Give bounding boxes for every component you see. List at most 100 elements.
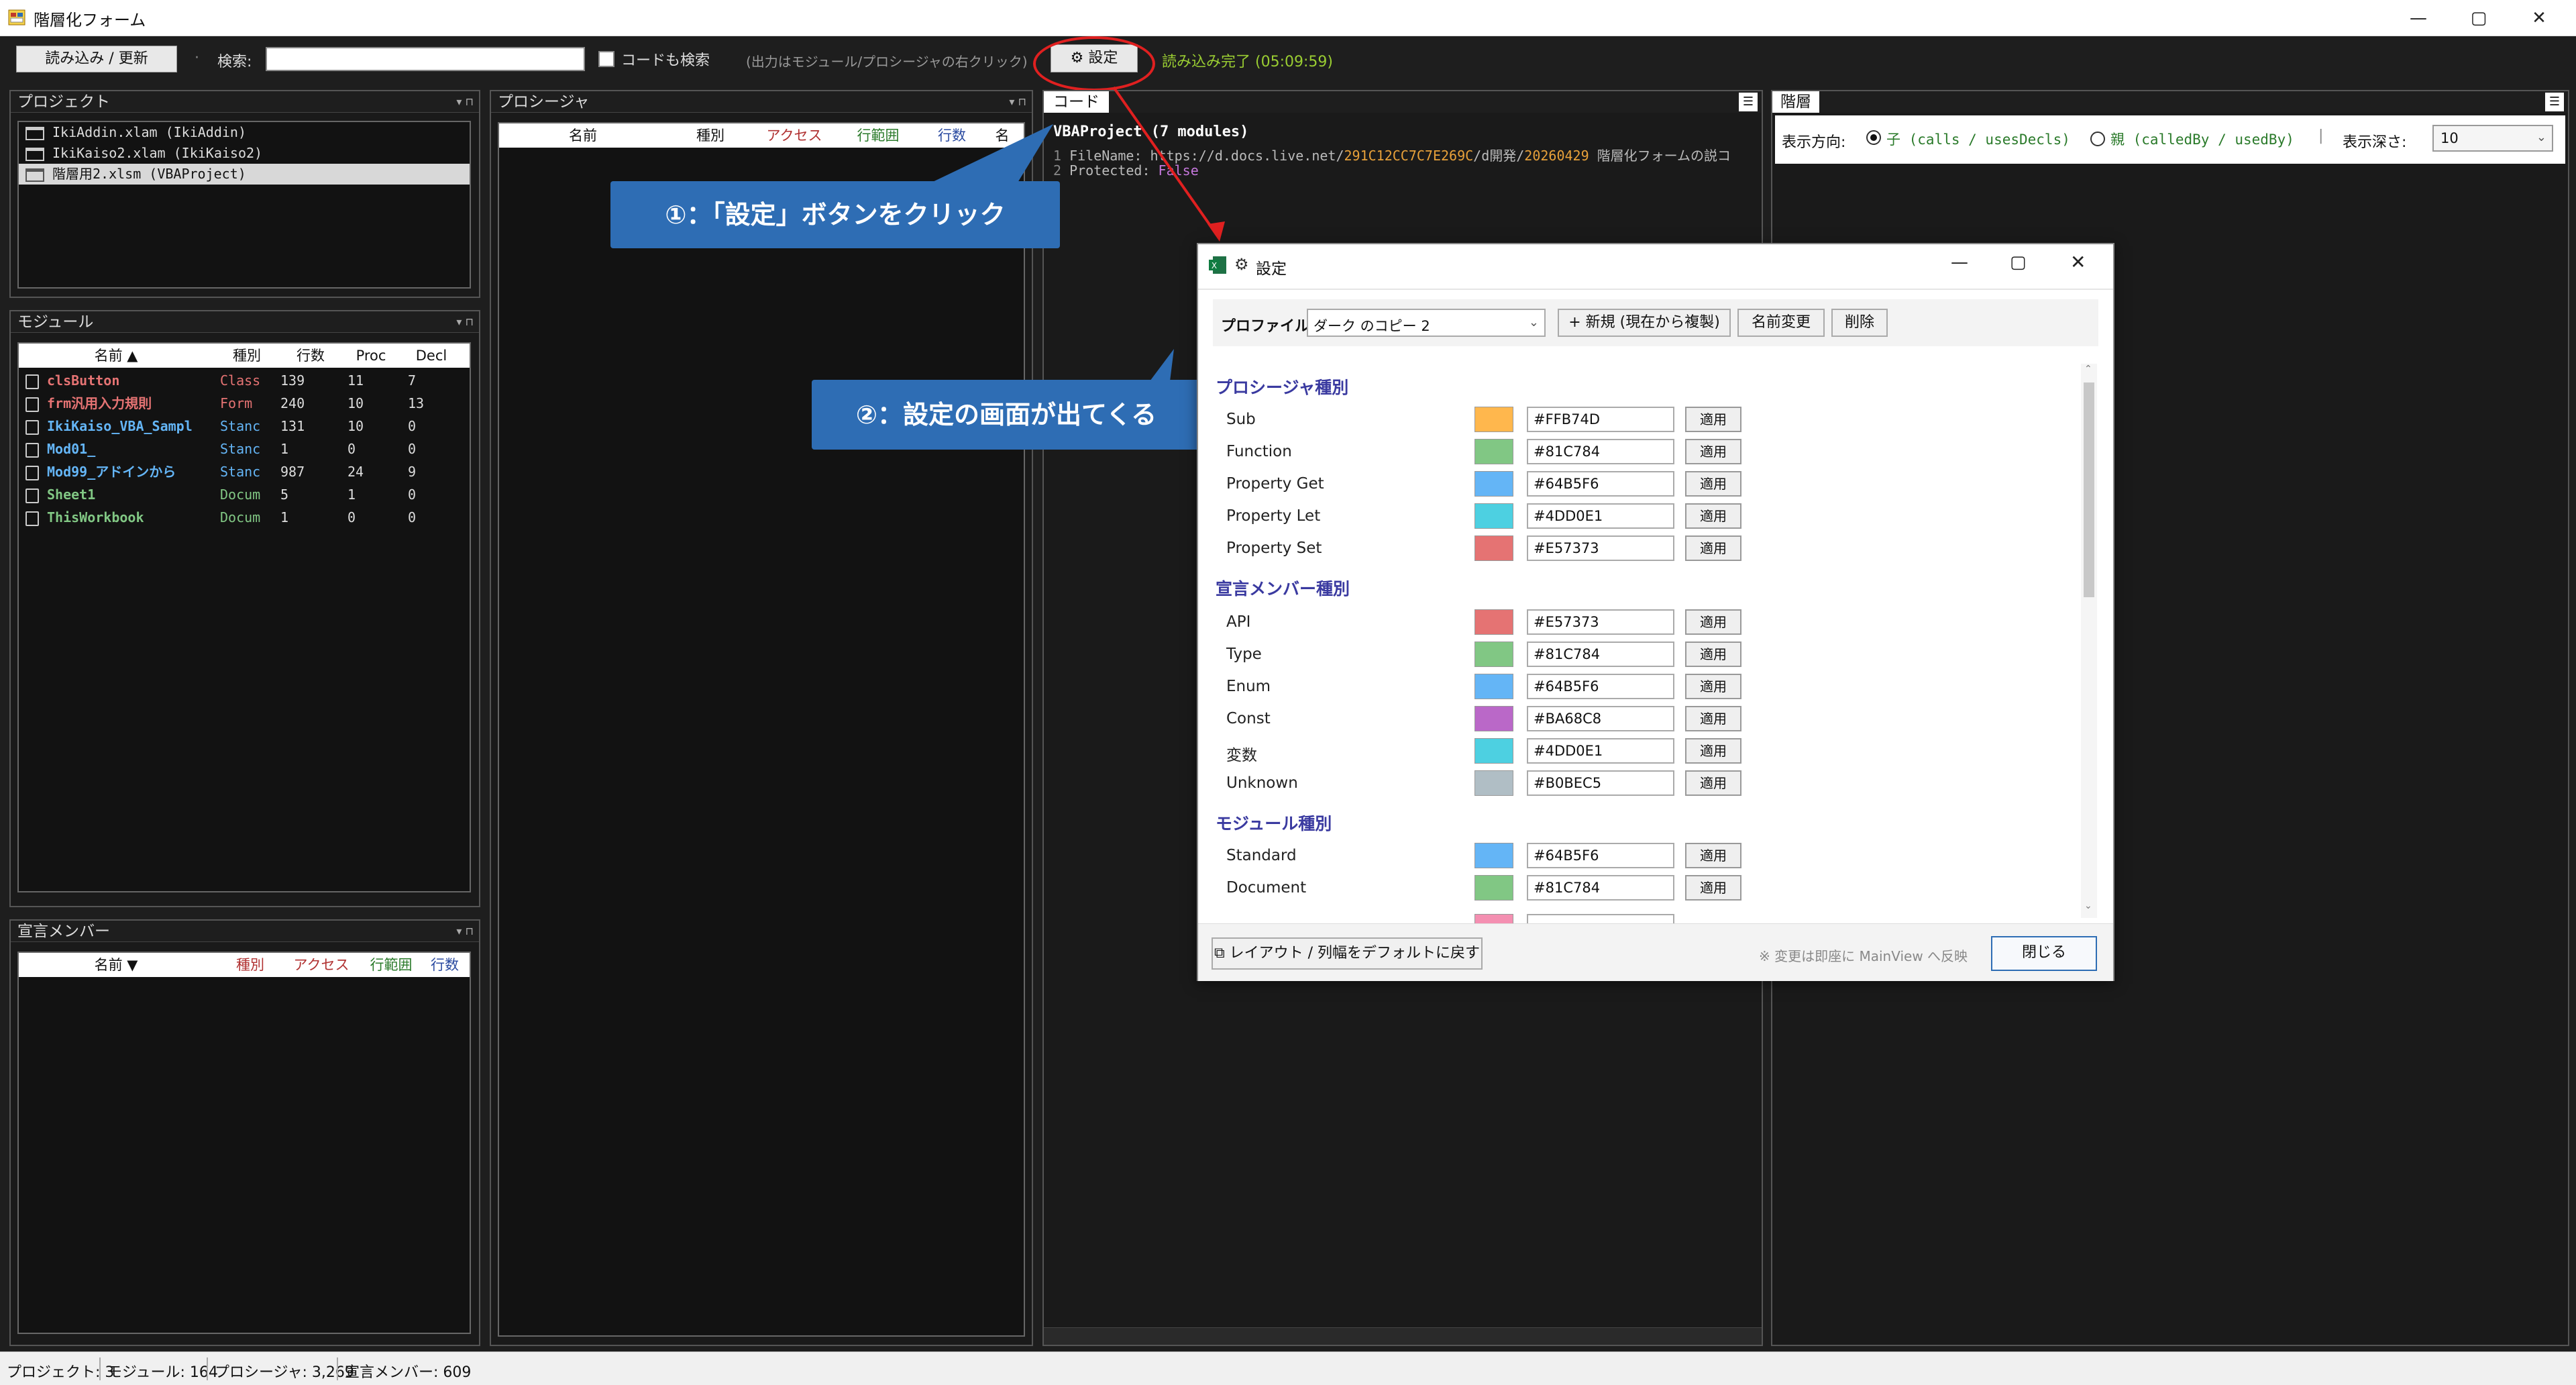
apply-button[interactable]: 適用 — [1685, 875, 1741, 901]
table-row[interactable]: frm汎用入力規則 Form 240 10 13 — [19, 393, 470, 416]
color-swatch[interactable] — [1474, 674, 1513, 699]
color-hex-input[interactable]: #BA68C8 — [1527, 706, 1674, 731]
col-range[interactable]: 行範囲 — [841, 123, 915, 148]
new-profile-button[interactable]: + 新規 (現在から複製) — [1558, 309, 1731, 337]
rename-button[interactable]: 名前変更 — [1737, 309, 1825, 337]
section-procedure: プロシージャ種別 — [1216, 378, 1349, 397]
table-row[interactable]: Sheet1 Docum 5 1 0 — [19, 484, 470, 507]
project-item[interactable]: IkiAddin.xlam (IkiAddin) — [19, 122, 470, 143]
project-item[interactable]: IkiKaiso2.xlam (IkiKaiso2) — [19, 143, 470, 164]
color-swatch[interactable] — [1474, 642, 1513, 667]
scroll-down-icon[interactable]: ⌄ — [2084, 901, 2092, 911]
color-hex-input[interactable]: #81C784 — [1527, 642, 1674, 667]
maximize-button[interactable]: ▢ — [2449, 0, 2509, 36]
dialog-title: 設定 — [1256, 260, 1287, 278]
close-button[interactable]: ✕ — [2509, 0, 2569, 36]
table-row[interactable]: Mod01_ Stanc 1 0 0 — [19, 439, 470, 462]
color-row-label: Property Get — [1226, 475, 1324, 493]
apply-button[interactable]: 適用 — [1685, 609, 1741, 635]
apply-button[interactable]: 適用 — [1685, 770, 1741, 796]
dialog-minimize-button[interactable]: — — [1951, 252, 1968, 272]
pin-icon[interactable]: ▾ ⊓ — [1009, 91, 1026, 113]
color-hex-input[interactable]: #81C784 — [1527, 439, 1674, 464]
color-swatch[interactable] — [1474, 503, 1513, 529]
search-input[interactable] — [266, 47, 585, 71]
table-row[interactable]: IkiKaiso_VBA_Sampl Stanc 131 10 0 — [19, 416, 470, 439]
color-swatch[interactable] — [1474, 609, 1513, 635]
apply-button[interactable]: 適用 — [1685, 439, 1741, 464]
dialog-close-button[interactable]: 閉じる — [1991, 936, 2097, 971]
col-decl[interactable]: Decl — [401, 344, 462, 368]
apply-button[interactable]: 適用 — [1685, 642, 1741, 667]
dialog-scrollbar[interactable]: ⌃ ⌄ — [2081, 364, 2097, 918]
col-proc[interactable]: Proc — [341, 344, 401, 368]
color-hex-input[interactable]: #FFB74D — [1527, 407, 1674, 432]
parent-radio[interactable] — [2090, 132, 2105, 146]
pin-icon[interactable]: ▾ ⊓ — [456, 921, 474, 942]
col-name[interactable]: 名前 ▲ — [19, 344, 213, 368]
col-lines[interactable]: 行数 — [922, 123, 982, 148]
col-lines[interactable]: 行数 — [280, 344, 341, 368]
dialog-maximize-button[interactable]: ▢ — [2010, 252, 2027, 272]
color-hex-input[interactable]: #4DD0E1 — [1527, 738, 1674, 764]
code-hscrollbar[interactable] — [1044, 1327, 1762, 1345]
color-swatch[interactable] — [1474, 875, 1513, 901]
apply-button[interactable]: 適用 — [1685, 471, 1741, 497]
color-swatch[interactable] — [1474, 407, 1513, 432]
apply-button[interactable]: 適用 — [1685, 674, 1741, 699]
apply-button[interactable]: 適用 — [1685, 407, 1741, 432]
col-type[interactable]: 種別 — [220, 953, 280, 977]
cell-lines: 987 — [280, 464, 305, 480]
color-swatch[interactable] — [1474, 535, 1513, 561]
color-swatch[interactable] — [1474, 706, 1513, 731]
color-swatch[interactable] — [1474, 439, 1513, 464]
project-item-selected[interactable]: 階層用2.xlsm (VBAProject) — [19, 164, 470, 185]
table-row[interactable]: clsButton Class 139 11 7 — [19, 370, 470, 393]
reload-button[interactable]: 読み込み / 更新 — [16, 46, 177, 72]
col-access[interactable]: アクセス — [284, 953, 358, 977]
col-lines[interactable]: 行数 — [421, 953, 468, 977]
code-search-checkbox[interactable] — [598, 51, 614, 67]
color-hex-input[interactable]: #64B5F6 — [1527, 471, 1674, 497]
color-swatch[interactable] — [1474, 738, 1513, 764]
apply-button[interactable]: 適用 — [1685, 535, 1741, 561]
color-hex-input[interactable]: #B0BEC5 — [1527, 770, 1674, 796]
color-hex-input[interactable]: #64B5F6 — [1527, 674, 1674, 699]
pin-icon[interactable]: ▾ ⊓ — [456, 311, 474, 333]
menu-icon[interactable]: ☰ — [2545, 93, 2564, 111]
child-radio[interactable] — [1866, 130, 1881, 145]
color-swatch[interactable] — [1474, 770, 1513, 796]
reset-layout-button[interactable]: ⧉ レイアウト / 列幅をデフォルトに戻す — [1212, 937, 1483, 970]
apply-button[interactable]: 適用 — [1685, 738, 1741, 764]
col-name[interactable]: 名前 — [499, 123, 667, 148]
col-extra[interactable]: 名 — [982, 123, 1022, 148]
scroll-thumb[interactable] — [2084, 382, 2094, 597]
col-range[interactable]: 行範囲 — [361, 953, 421, 977]
color-hex-input[interactable]: #81C784 — [1527, 875, 1674, 901]
apply-button[interactable]: 適用 — [1685, 843, 1741, 868]
table-row[interactable]: Mod99_アドインから Stanc 987 24 9 — [19, 462, 470, 484]
menu-icon[interactable]: ☰ — [1739, 93, 1758, 111]
apply-button[interactable]: 適用 — [1685, 503, 1741, 529]
color-hex-input[interactable]: #4DD0E1 — [1527, 503, 1674, 529]
color-hex-input[interactable]: #64B5F6 — [1527, 843, 1674, 868]
color-hex-input[interactable]: #E57373 — [1527, 609, 1674, 635]
depth-select[interactable]: 10 ⌄ — [2432, 125, 2553, 152]
minimize-button[interactable]: — — [2388, 0, 2449, 36]
col-type[interactable]: 種別 — [220, 344, 274, 368]
table-row[interactable]: ThisWorkbook Docum 1 0 0 — [19, 507, 470, 530]
pin-icon[interactable]: ▾ ⊓ — [456, 91, 474, 113]
profile-select[interactable]: ダーク のコピー 2 ⌄ — [1307, 309, 1546, 337]
apply-button[interactable]: 適用 — [1685, 706, 1741, 731]
col-name[interactable]: 名前 ▼ — [19, 953, 213, 977]
dialog-close-icon[interactable]: ✕ — [2070, 251, 2086, 273]
scroll-up-icon[interactable]: ⌃ — [2084, 364, 2092, 374]
col-access[interactable]: アクセス — [754, 123, 835, 148]
color-swatch[interactable] — [1474, 843, 1513, 868]
delete-button[interactable]: 削除 — [1831, 309, 1888, 337]
hierarchy-options: 表示方向: 子 (calls / usesDecls) 親 (calledBy … — [1775, 115, 2565, 164]
col-type[interactable]: 種別 — [674, 123, 747, 148]
color-hex-input[interactable]: #E57373 — [1527, 535, 1674, 561]
chevron-down-icon: ⌄ — [2536, 130, 2546, 144]
color-swatch[interactable] — [1474, 471, 1513, 497]
